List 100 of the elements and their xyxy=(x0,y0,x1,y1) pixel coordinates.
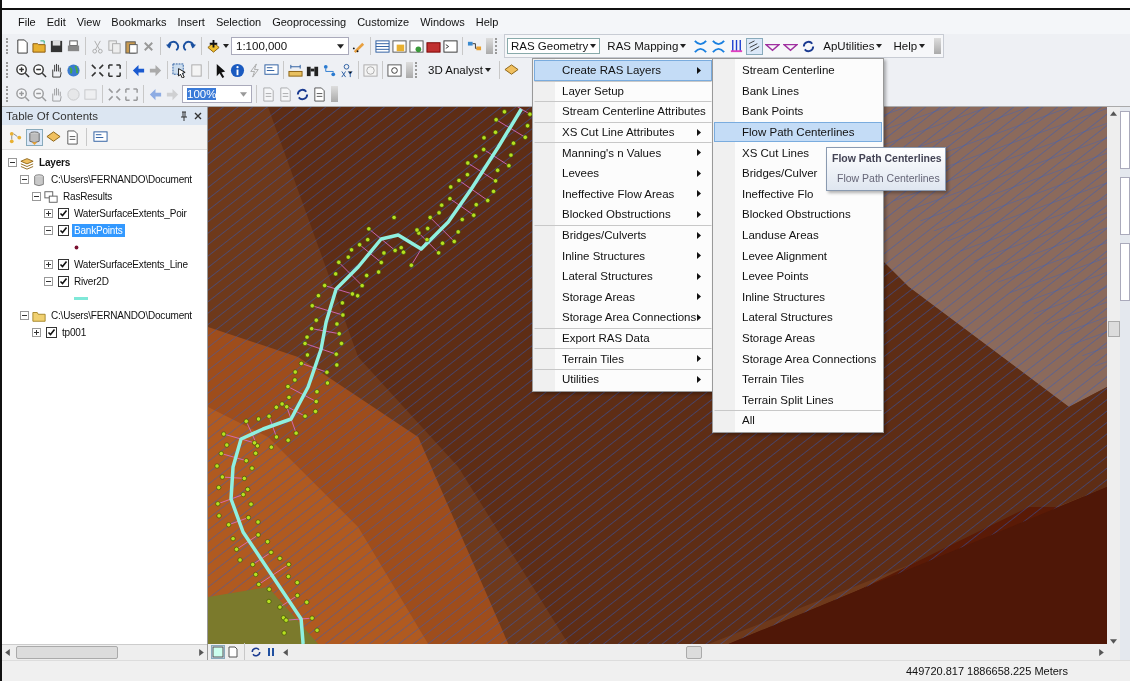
menu-item[interactable]: Lateral Structures xyxy=(714,307,882,328)
menu-item[interactable]: Levees xyxy=(534,162,712,184)
search-window-icon[interactable] xyxy=(409,38,424,54)
menu-item[interactable]: Storage Areas xyxy=(714,327,882,349)
scroll-right-icon[interactable] xyxy=(1099,648,1104,656)
menu-item[interactable]: Bank Lines xyxy=(714,80,882,102)
menu-item[interactable]: Ineffective Flow Areas xyxy=(534,183,712,205)
scroll-thumb[interactable] xyxy=(1107,321,1120,337)
layer-name[interactable]: Layers xyxy=(37,156,73,169)
layer-name[interactable]: C:\Users\FERNANDO\Document xyxy=(49,309,194,322)
menu-item[interactable]: Stream Centerline xyxy=(714,60,882,81)
scroll-thumb[interactable] xyxy=(685,645,702,659)
time-slider-icon[interactable] xyxy=(363,62,378,78)
globe-icon[interactable] xyxy=(66,62,81,78)
layer-name[interactable]: WaterSurfaceExtents_Line xyxy=(72,258,190,271)
pin-icon[interactable] xyxy=(179,111,189,121)
toolbar-menu-button[interactable]: RAS Mapping xyxy=(603,38,691,54)
menu-item[interactable]: Terrain Split Lines xyxy=(714,389,882,411)
pause-icon[interactable] xyxy=(265,646,277,658)
checkbox[interactable] xyxy=(46,327,57,338)
horizontal-scrollbar[interactable] xyxy=(2,644,207,660)
layer-name[interactable]: tp001 xyxy=(60,326,89,339)
menu-item[interactable]: Geoprocessing xyxy=(272,16,347,28)
collapse-icon[interactable] xyxy=(8,158,17,167)
menu-item[interactable]: Inline Structures xyxy=(714,286,882,308)
menu-item[interactable]: All xyxy=(714,410,882,431)
menu-item[interactable]: Bank Points xyxy=(714,101,882,122)
layer-name[interactable]: WaterSurfaceExtents_Poir xyxy=(72,207,189,220)
scroll-right-icon[interactable] xyxy=(199,649,204,656)
menu-item[interactable]: File xyxy=(18,16,36,28)
zoom-percent-field[interactable]: 100% xyxy=(182,85,252,103)
menu-item[interactable]: Manning's n Values xyxy=(534,142,712,163)
catalog-window-icon[interactable] xyxy=(392,38,407,54)
scroll-thumb[interactable] xyxy=(16,646,118,659)
caret-icon xyxy=(590,44,597,48)
scale-field[interactable]: 1:100,000 xyxy=(231,37,349,55)
collapse-icon[interactable] xyxy=(44,226,53,235)
caret-icon[interactable] xyxy=(223,44,229,48)
menu-item[interactable]: Ineffective Flo xyxy=(714,183,882,205)
menu-item[interactable]: Create RAS Layers xyxy=(534,60,712,81)
table-window-icon[interactable] xyxy=(375,38,390,54)
menu-item[interactable]: Blocked Obstructions xyxy=(714,204,882,225)
submenu-arrow-icon xyxy=(697,169,701,177)
menu-item[interactable]: Customize xyxy=(357,16,410,28)
collapse-icon[interactable] xyxy=(20,311,29,320)
scroll-left-icon[interactable] xyxy=(5,649,10,656)
selection-list-icon[interactable] xyxy=(65,129,80,145)
collapse-icon[interactable] xyxy=(44,277,53,286)
checkbox[interactable] xyxy=(58,208,69,219)
expand-icon[interactable] xyxy=(44,209,53,218)
menu-item[interactable]: Edit xyxy=(46,16,66,28)
scroll-left-icon[interactable] xyxy=(283,648,288,656)
scroll-down-icon[interactable] xyxy=(1110,639,1117,644)
menu-item[interactable]: Flow Path Centerlines xyxy=(714,121,882,143)
page-icon[interactable] xyxy=(227,646,239,658)
print-icon[interactable] xyxy=(66,38,81,54)
database-icon[interactable] xyxy=(27,129,42,145)
new-file-icon[interactable] xyxy=(15,38,30,54)
toolbar-menu-button[interactable]: RAS Geometry xyxy=(507,38,601,54)
menu-item[interactable]: Lateral Structures xyxy=(534,265,712,287)
menu-item[interactable]: Terrain Tiles xyxy=(714,368,882,390)
menu-item[interactable]: Storage Areas xyxy=(534,286,712,308)
menu-item[interactable]: Levee Points xyxy=(714,265,882,287)
checkbox[interactable] xyxy=(58,225,69,236)
menu-item[interactable]: Landuse Areas xyxy=(714,224,882,246)
menu-item[interactable]: Levee Alignment xyxy=(714,245,882,266)
menu-item[interactable]: Selection xyxy=(215,16,262,28)
scroll-up-icon[interactable] xyxy=(1110,111,1117,116)
menu-item[interactable]: Inline Structures xyxy=(534,245,712,266)
expand-icon[interactable] xyxy=(32,328,41,337)
save-icon[interactable] xyxy=(49,38,64,54)
toolbar-menu-button[interactable]: Help xyxy=(889,38,930,54)
select-features-icon[interactable] xyxy=(172,62,187,78)
collapse-icon[interactable] xyxy=(20,175,29,184)
menu-item[interactable]: Terrain Tiles xyxy=(534,348,712,369)
layer-name[interactable]: RasResults xyxy=(61,190,115,203)
menu-item[interactable]: Insert xyxy=(177,16,205,28)
close-icon[interactable] xyxy=(193,111,203,121)
menu-item[interactable]: Windows xyxy=(420,16,465,28)
data-view-icon[interactable] xyxy=(212,646,224,658)
menu-item[interactable]: Storage Area Connections xyxy=(534,307,712,328)
toolbar-menu-button[interactable]: ApUtilities xyxy=(819,38,887,54)
toolbar-menu-button[interactable]: 3D Analyst xyxy=(424,62,495,78)
layer-name[interactable]: C:\Users\FERNANDO\Document xyxy=(49,173,194,186)
collapse-icon[interactable] xyxy=(32,192,41,201)
layer-name[interactable]: River2D xyxy=(72,275,111,288)
hatched-lines-icon[interactable] xyxy=(747,38,763,54)
expand-icon[interactable] xyxy=(44,260,53,269)
menu-item[interactable]: Storage Area Connections xyxy=(714,348,882,369)
checkbox[interactable] xyxy=(58,259,69,270)
menu-item[interactable]: View xyxy=(76,16,101,28)
menu-item[interactable]: Blocked Obstructions xyxy=(534,204,712,225)
submenu-arrow-icon xyxy=(697,210,701,218)
route-icon[interactable] xyxy=(322,62,337,78)
info-icon[interactable] xyxy=(230,62,245,78)
checkbox[interactable] xyxy=(58,276,69,287)
magnifier-window-icon[interactable] xyxy=(387,62,402,78)
menu-item[interactable]: Help xyxy=(475,16,499,28)
page-icon[interactable] xyxy=(312,86,327,102)
menu-item[interactable]: Bookmarks xyxy=(111,16,167,28)
